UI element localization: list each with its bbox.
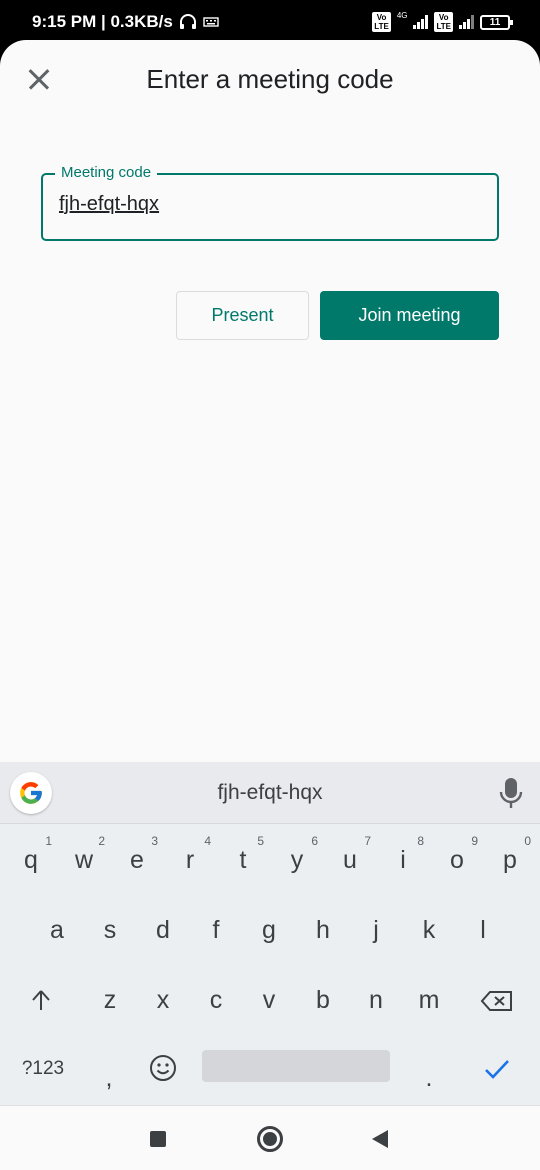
key-label: g	[262, 916, 276, 944]
key-label: u	[343, 846, 357, 874]
key-label: d	[156, 916, 170, 944]
present-button[interactable]: Present	[176, 291, 309, 340]
key-r[interactable]: 4r	[163, 832, 217, 888]
key-s[interactable]: s	[83, 902, 137, 958]
key-v[interactable]: v	[242, 972, 296, 1028]
back-icon[interactable]	[372, 1130, 388, 1148]
key-label: m	[418, 986, 440, 1014]
key-w[interactable]: 2w	[57, 832, 111, 888]
home-icon[interactable]	[257, 1126, 283, 1152]
status-bar: 9:15 PM | 0.3KB/s Vo LTE 4G Vo LTE 11	[0, 0, 540, 44]
signal-icon	[413, 15, 429, 29]
key-label: j	[373, 916, 379, 944]
key-h[interactable]: h	[296, 902, 350, 958]
shift-key[interactable]	[14, 972, 68, 1028]
meeting-code-sheet: Enter a meeting code Meeting code Presen…	[0, 40, 540, 762]
checkmark-icon	[485, 1060, 509, 1079]
system-navigation-bar	[0, 1105, 540, 1170]
volte-badge: Vo LTE	[372, 12, 391, 32]
soft-keyboard: fjh-efqt-hqx ?123 , . 1q2w3e4r5t6y7u8i9o…	[0, 762, 540, 1105]
meeting-code-label: Meeting code	[55, 164, 158, 181]
key-label: t	[239, 846, 247, 874]
key-label: k	[422, 916, 436, 944]
key-label: b	[316, 986, 330, 1014]
key-label: f	[212, 916, 220, 944]
enter-key[interactable]	[470, 1042, 524, 1098]
key-m[interactable]: m	[402, 972, 456, 1028]
emoji-icon	[150, 1055, 176, 1081]
key-label: y	[290, 846, 304, 874]
key-e[interactable]: 3e	[110, 832, 164, 888]
backspace-key[interactable]	[470, 972, 524, 1028]
shift-arrow-icon	[32, 990, 50, 1010]
key-g[interactable]: g	[242, 902, 296, 958]
key-z[interactable]: z	[83, 972, 137, 1028]
key-label: e	[130, 846, 144, 874]
key-label: l	[480, 916, 486, 944]
key-label: n	[369, 986, 383, 1014]
period-key[interactable]: .	[402, 1050, 456, 1106]
recents-icon[interactable]	[150, 1131, 166, 1147]
microphone-icon[interactable]	[499, 776, 523, 810]
comma-key[interactable]: ,	[82, 1050, 136, 1106]
key-j[interactable]: j	[349, 902, 403, 958]
key-label: x	[156, 986, 170, 1014]
key-label: o	[450, 846, 464, 874]
key-label: s	[103, 916, 117, 944]
key-t[interactable]: 5t	[216, 832, 270, 888]
status-time: 9:15 PM | 0.3KB/s	[32, 12, 173, 31]
battery-icon: 11	[480, 14, 513, 30]
network-type: 4G	[396, 11, 408, 20]
key-n[interactable]: n	[349, 972, 403, 1028]
key-label: p	[503, 846, 517, 874]
key-label: a	[50, 916, 64, 944]
key-k[interactable]: k	[402, 902, 456, 958]
key-f[interactable]: f	[189, 902, 243, 958]
signal-icon-2	[459, 15, 474, 29]
key-label: c	[209, 986, 223, 1014]
key-label: r	[185, 846, 195, 874]
space-key[interactable]	[202, 1050, 390, 1082]
volte-badge-2: Vo LTE	[434, 12, 453, 32]
key-b[interactable]: b	[296, 972, 350, 1028]
key-label: i	[400, 846, 406, 874]
key-p[interactable]: 0p	[483, 832, 537, 888]
key-d[interactable]: d	[136, 902, 190, 958]
meeting-code-input[interactable]	[59, 193, 479, 216]
meeting-code-field[interactable]: Meeting code	[41, 164, 499, 241]
symbols-key[interactable]: ?123	[14, 1042, 72, 1098]
key-u[interactable]: 7u	[323, 832, 377, 888]
key-label: h	[316, 916, 330, 944]
suggestion-text[interactable]: fjh-efqt-hqx	[0, 781, 540, 805]
key-label: q	[24, 846, 38, 874]
emoji-key[interactable]	[136, 1042, 190, 1098]
suggestion-bar: fjh-efqt-hqx	[0, 762, 540, 824]
backspace-icon	[480, 991, 512, 1011]
key-q[interactable]: 1q	[4, 832, 58, 888]
key-c[interactable]: c	[189, 972, 243, 1028]
join-meeting-button[interactable]: Join meeting	[320, 291, 499, 340]
keyboard-notification-icon	[203, 17, 219, 27]
key-a[interactable]: a	[30, 902, 84, 958]
page-title: Enter a meeting code	[146, 64, 394, 94]
key-label: w	[74, 846, 94, 874]
key-y[interactable]: 6y	[270, 832, 324, 888]
key-l[interactable]: l	[456, 902, 510, 958]
key-i[interactable]: 8i	[376, 832, 430, 888]
key-label: v	[262, 986, 276, 1014]
key-o[interactable]: 9o	[430, 832, 484, 888]
key-x[interactable]: x	[136, 972, 190, 1028]
key-label: z	[103, 986, 117, 1014]
headphones-icon	[179, 14, 196, 29]
